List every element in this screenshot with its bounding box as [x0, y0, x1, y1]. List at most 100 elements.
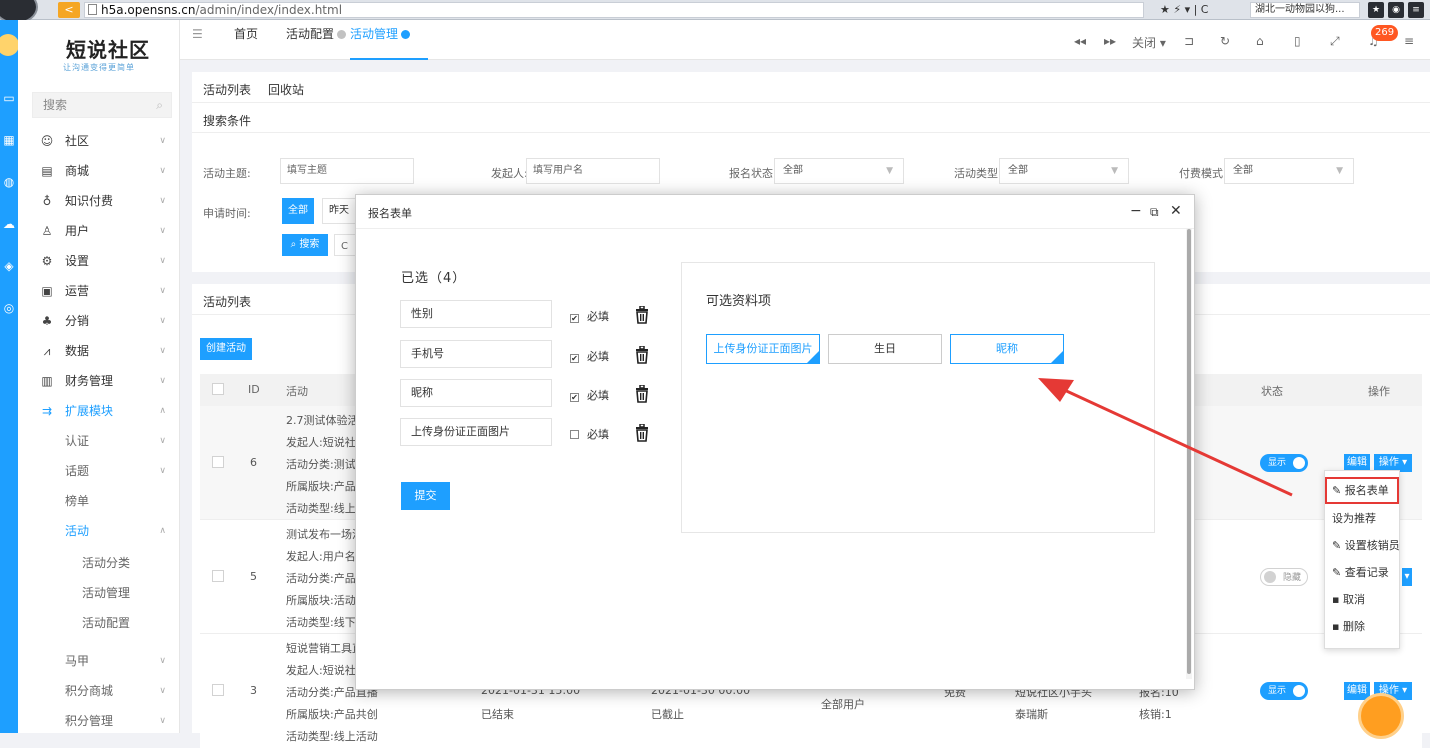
status-toggle[interactable]: 显示: [1260, 682, 1308, 700]
minimize-icon[interactable]: −: [1130, 203, 1142, 219]
app-icon[interactable]: ◎: [1, 300, 17, 316]
option-id-card[interactable]: 上传身份证正面图片: [706, 334, 820, 364]
sidebar-item-points-manage[interactable]: 积分管理 ∨: [18, 706, 180, 736]
row-checkbox[interactable]: [212, 456, 224, 468]
sidebar-item-activity[interactable]: 活动 ∧: [18, 516, 180, 546]
required-checkbox[interactable]: 必填: [570, 426, 609, 442]
scroll-left-icon[interactable]: ◂◂: [1074, 34, 1086, 48]
tab-recycle-bin[interactable]: 回收站: [268, 81, 304, 98]
note-icon[interactable]: ▯: [1294, 34, 1301, 48]
trash-icon[interactable]: [635, 385, 649, 403]
selected-field[interactable]: 手机号: [400, 340, 552, 368]
menu-item-signup-form[interactable]: ✎ 报名表单: [1325, 477, 1399, 504]
option-birthday[interactable]: 生日: [828, 334, 942, 364]
menu-item-cancel[interactable]: ▪ 取消: [1325, 586, 1399, 613]
sidebar-item-ranking[interactable]: 榜单: [18, 486, 180, 516]
sidebar-item-operations[interactable]: ▣ 运营 ∨: [18, 276, 180, 306]
grid-icon[interactable]: ▦: [1, 132, 17, 148]
sidebar-search-input[interactable]: 搜索 ⌕: [32, 92, 172, 118]
tab-activity-config[interactable]: 活动配置: [286, 20, 347, 60]
theme-input[interactable]: 填写主题: [280, 158, 414, 184]
sidebar-item-verify[interactable]: 认证 ∨: [18, 426, 180, 456]
address-bar[interactable]: h5a.opensns.cn/admin/index/index.html: [84, 2, 1144, 18]
sidebar-item-shop[interactable]: ▤ 商城 ∨: [18, 156, 180, 186]
sidebar-item-users[interactable]: ♙ 用户 ∨: [18, 216, 180, 246]
close-icon[interactable]: ✕: [1170, 203, 1182, 219]
window-icon[interactable]: ⊐: [1184, 34, 1194, 48]
sidebar-item-extensions[interactable]: ⇉ 扩展模块 ∧: [18, 396, 180, 426]
trash-icon[interactable]: [635, 424, 649, 442]
select-all-checkbox[interactable]: [212, 383, 224, 395]
tab-activity-manage[interactable]: 活动管理: [350, 20, 428, 60]
selected-field[interactable]: 上传身份证正面图片: [400, 418, 552, 446]
selected-field[interactable]: 性别: [400, 300, 552, 328]
maximize-icon[interactable]: ⧉: [1150, 205, 1159, 220]
scroll-right-icon[interactable]: ▸▸: [1104, 34, 1116, 48]
customer-service-icon[interactable]: [1358, 693, 1404, 739]
sidebar-item-data[interactable]: ⩘ 数据 ∨: [18, 336, 180, 366]
globe-icon[interactable]: ◍: [1, 174, 17, 190]
menu-item-recommend[interactable]: 设为推荐: [1325, 505, 1399, 532]
menu-icon[interactable]: ≡: [1408, 2, 1424, 18]
sidebar-item-community[interactable]: ☺ 社区 ∨: [18, 126, 180, 156]
menu-item-view-records[interactable]: ✎ 查看记录: [1325, 559, 1399, 586]
sidebar-item-activity-manage[interactable]: 活动管理: [18, 578, 180, 608]
required-checkbox[interactable]: ✔ 必填: [570, 348, 609, 364]
sidebar-item-vest[interactable]: 马甲 ∨: [18, 646, 180, 676]
sidebar-item-settings[interactable]: ⚙ 设置 ∨: [18, 246, 180, 276]
divider: [192, 102, 1430, 103]
lock-icon[interactable]: ⌂: [1256, 34, 1264, 48]
toolbar-icons[interactable]: ★ ⚡ ▾ | C: [1160, 3, 1208, 16]
sidebar-item-distribution[interactable]: ♣ 分销 ∨: [18, 306, 180, 336]
chat-icon: ☺: [40, 134, 54, 148]
row-checkbox[interactable]: [212, 684, 224, 696]
extension-icon[interactable]: ◉: [1388, 2, 1404, 18]
sidebar-item-label: 马甲: [65, 654, 90, 668]
menu-item-set-verifier[interactable]: ✎ 设置核销员: [1325, 532, 1400, 559]
sidebar-item-activity-category[interactable]: 活动分类: [18, 548, 180, 578]
browser-search-box[interactable]: 湖北一动物园以狗...: [1250, 2, 1360, 18]
trash-icon[interactable]: [635, 346, 649, 364]
sidebar-item-knowledge[interactable]: ♁ 知识付费 ∨: [18, 186, 180, 216]
tab-home[interactable]: 首页: [234, 20, 258, 60]
star-icon[interactable]: ★: [1368, 2, 1384, 18]
sidebar-item-activity-config[interactable]: 活动配置: [18, 608, 180, 638]
ops-dropdown-button[interactable]: ▾: [1402, 568, 1412, 586]
monitor-icon[interactable]: ▭: [1, 90, 17, 106]
tab-activity-list[interactable]: 活动列表: [203, 81, 251, 98]
initiator-input[interactable]: 填写用户名: [526, 158, 660, 184]
cloud-icon[interactable]: ☁: [1, 216, 17, 232]
search-button[interactable]: ⌕ 搜索: [282, 234, 328, 256]
avatar[interactable]: [0, 34, 19, 56]
chevron-down-icon: ∨: [159, 286, 166, 296]
hamburger-icon[interactable]: ≡: [1404, 34, 1414, 48]
menu-toggle-icon[interactable]: ☰: [192, 20, 203, 60]
shop-icon: ▤: [41, 164, 53, 178]
back-button[interactable]: <: [58, 2, 80, 18]
row-checkbox[interactable]: [212, 570, 224, 582]
required-checkbox[interactable]: ✔ 必填: [570, 387, 609, 403]
selected-field[interactable]: 昵称: [400, 379, 552, 407]
close-icon[interactable]: [401, 30, 411, 39]
pay-select[interactable]: 全部 ▼: [1224, 158, 1354, 184]
chevron-down-icon: ▼: [1111, 166, 1118, 176]
fullscreen-icon[interactable]: ⤢: [1330, 34, 1340, 49]
sidebar-item-finance[interactable]: ▥ 财务管理 ∨: [18, 366, 180, 396]
sidebar-item-topics[interactable]: 话题 ∨: [18, 456, 180, 486]
option-nickname[interactable]: 昵称: [950, 334, 1064, 364]
trash-icon[interactable]: [635, 306, 649, 324]
close-tabs-dropdown[interactable]: 关闭 ▾: [1132, 34, 1166, 51]
signup-status-select[interactable]: 全部 ▼: [774, 158, 904, 184]
status-toggle[interactable]: 隐藏: [1260, 568, 1308, 586]
create-activity-button[interactable]: 创建活动: [200, 338, 252, 360]
required-checkbox[interactable]: ✔ 必填: [570, 308, 609, 324]
sidebar-item-points-shop[interactable]: 积分商城 ∨: [18, 676, 180, 706]
menu-item-delete[interactable]: ▪ 删除: [1325, 613, 1399, 640]
row-end-status: 已截止: [651, 708, 684, 721]
shield-icon[interactable]: ◈: [1, 258, 17, 274]
close-icon[interactable]: [337, 30, 347, 39]
refresh-icon[interactable]: ↻: [1220, 34, 1230, 48]
time-all-button[interactable]: 全部: [282, 198, 314, 224]
type-select[interactable]: 全部 ▼: [999, 158, 1129, 184]
submit-button[interactable]: 提交: [401, 482, 450, 510]
